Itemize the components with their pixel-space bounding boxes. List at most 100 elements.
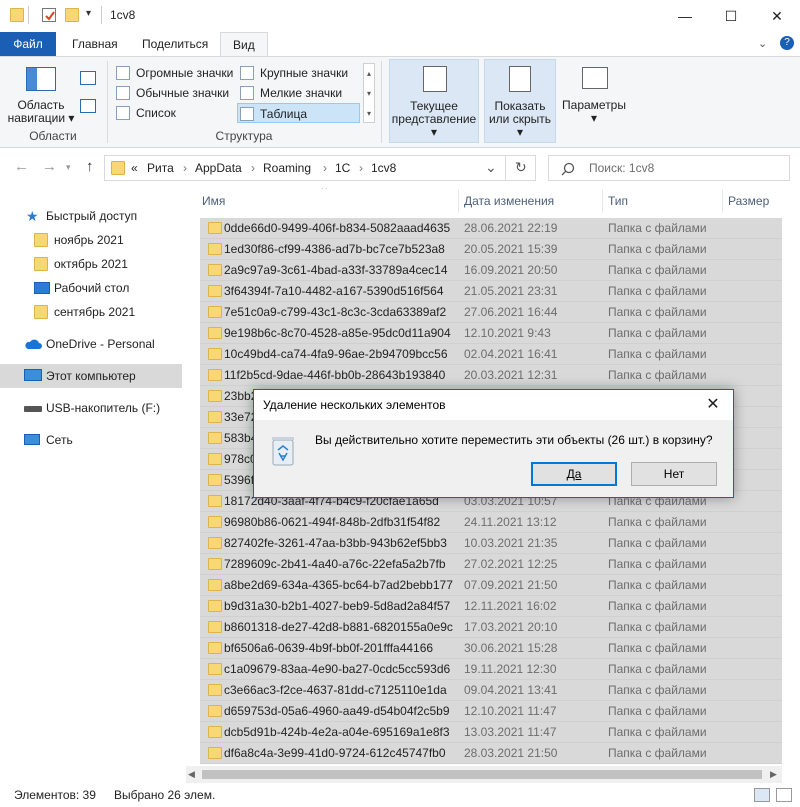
folder-icon xyxy=(208,474,222,486)
properties-icon[interactable] xyxy=(42,8,56,22)
refresh-button[interactable]: ↻ xyxy=(515,159,527,176)
show-hide-button[interactable]: Показать или скрыть ▾ xyxy=(484,59,556,143)
column-header-date[interactable]: Дата изменения xyxy=(458,188,602,214)
folder-icon xyxy=(208,327,222,339)
minimize-button[interactable]: — xyxy=(662,0,708,32)
options-button[interactable]: Параметры ▾ xyxy=(560,59,628,143)
layout-large-icons[interactable]: Крупные значки xyxy=(238,63,360,83)
navigation-pane-icon xyxy=(26,67,56,91)
column-header-size[interactable]: Размер xyxy=(722,188,782,214)
tab-home[interactable]: Главная xyxy=(60,32,130,56)
file-date: 12.10.2021 11:47 xyxy=(464,704,557,718)
file-name: d659753d-05a6-4960-aa49-d54b04f2c5b9 xyxy=(224,704,450,718)
nav-desktop[interactable]: Рабочий стол xyxy=(0,276,182,300)
file-row[interactable]: 1ed30f86-cf99-4386-ad7b-bc7ce7b523a8 20.0… xyxy=(200,239,782,260)
horizontal-scrollbar[interactable]: ◀ ▶ xyxy=(186,766,782,783)
column-header-type[interactable]: Тип xyxy=(602,188,722,214)
up-button[interactable]: ↑ xyxy=(86,158,94,175)
file-row[interactable]: 11f2b5cd-9dae-446f-bb0b-28643b193840 20.0… xyxy=(200,365,782,386)
file-row[interactable]: c1a09679-83aa-4e90-ba27-0cdc5cc593d6 19.1… xyxy=(200,659,782,680)
breadcrumb-overflow[interactable]: « xyxy=(131,161,138,175)
search-input[interactable]: Поиск: 1cv8 xyxy=(589,161,654,175)
folder-icon xyxy=(208,285,222,297)
nav-folder-november[interactable]: ноябрь 2021 xyxy=(0,228,182,252)
address-bar[interactable]: « Рита › AppData › Roaming › 1C › 1cv8 ⌄… xyxy=(104,155,536,181)
file-row[interactable]: 827402fe-3261-47aa-b3bb-943b62ef5bb3 10.0… xyxy=(200,533,782,554)
file-date: 17.03.2021 20:10 xyxy=(464,620,558,634)
folder-icon xyxy=(208,726,222,738)
tab-file[interactable]: Файл xyxy=(0,32,56,56)
breadcrumb-roaming[interactable]: Roaming xyxy=(263,161,311,175)
file-type: Папка с файлами xyxy=(608,578,707,592)
layout-medium-icons[interactable]: Обычные значки xyxy=(114,83,236,103)
file-row[interactable]: bf6506a6-0639-4b9f-bb0f-201fffa44166 30.0… xyxy=(200,638,782,659)
dialog-close-button[interactable]: ✕ xyxy=(694,394,732,416)
scroll-right-icon[interactable]: ▶ xyxy=(770,769,777,780)
folder-icon xyxy=(208,537,222,549)
folder-icon xyxy=(208,390,222,402)
breadcrumb-appdata[interactable]: AppData xyxy=(195,161,242,175)
search-box[interactable]: Поиск: 1cv8 xyxy=(548,155,790,181)
nav-folder-september[interactable]: сентябрь 2021 xyxy=(0,300,182,324)
layout-list[interactable]: Список xyxy=(114,103,236,123)
customize-quick-access-icon[interactable]: ▾ xyxy=(86,8,91,19)
file-row[interactable]: 96980b86-0621-494f-848b-2dfb31f54f82 24.1… xyxy=(200,512,782,533)
nav-quick-access[interactable]: ★ Быстрый доступ xyxy=(0,204,182,228)
expand-ribbon-icon[interactable]: ⌄ xyxy=(758,37,767,50)
maximize-button[interactable]: ☐ xyxy=(708,0,754,32)
tab-view[interactable]: Вид xyxy=(220,32,268,56)
file-date: 16.09.2021 20:50 xyxy=(464,263,558,277)
details-pane-icon[interactable] xyxy=(80,99,96,113)
file-row[interactable]: d659753d-05a6-4960-aa49-d54b04f2c5b9 12.1… xyxy=(200,701,782,722)
layout-scroll[interactable]: ▴ ▾ ▾ xyxy=(363,63,375,123)
breadcrumb-rita[interactable]: Рита xyxy=(147,161,174,175)
file-row[interactable]: df6a8c4a-3e99-41d0-9724-612c45747fb0 28.0… xyxy=(200,743,782,764)
file-row[interactable]: a8be2d69-634a-4365-bc64-b7ad2bebb177 07.0… xyxy=(200,575,782,596)
file-row[interactable]: dcb5d91b-424b-4e2a-a04e-695169a1e8f3 13.0… xyxy=(200,722,782,743)
recent-locations-icon[interactable]: ▾ xyxy=(66,162,71,173)
layout-extra-large-icons[interactable]: Огромные значки xyxy=(114,63,236,83)
breadcrumb-1cv8[interactable]: 1cv8 xyxy=(371,161,396,175)
scroll-left-icon[interactable]: ◀ xyxy=(188,769,195,780)
nav-this-pc[interactable]: Этот компьютер xyxy=(0,364,182,388)
scrollbar-thumb[interactable] xyxy=(202,770,762,779)
column-header-name[interactable]: Имя xyxy=(196,188,458,214)
file-row[interactable]: 3f64394f-7a10-4482-a167-5390d516f564 21.0… xyxy=(200,281,782,302)
layout-small-icons[interactable]: Мелкие значки xyxy=(238,83,360,103)
file-row[interactable]: 9e198b6c-8c70-4528-a85e-95dc0d11a904 12.1… xyxy=(200,323,782,344)
file-row[interactable]: 10c49bd4-ca74-4fa9-96ae-2b94709bcc56 02.0… xyxy=(200,344,782,365)
vertical-scrollbar[interactable] xyxy=(782,188,800,766)
no-button[interactable]: Нет xyxy=(631,462,717,486)
file-type: Папка с файлами xyxy=(608,284,707,298)
back-button[interactable]: ← xyxy=(14,158,29,175)
new-folder-icon[interactable] xyxy=(65,8,79,22)
file-row[interactable]: b8601318-de27-42d8-b881-6820155a0e9c 17.0… xyxy=(200,617,782,638)
address-dropdown-icon[interactable]: ⌄ xyxy=(485,159,497,176)
file-type: Папка с файлами xyxy=(608,263,707,277)
file-row[interactable]: b9d31a30-b2b1-4027-beb9-5d8ad2a84f57 12.1… xyxy=(200,596,782,617)
panes-group-label: Области xyxy=(29,129,77,143)
nav-network[interactable]: Сеть xyxy=(0,428,182,452)
layout-details[interactable]: Таблица xyxy=(237,103,360,123)
yes-button[interactable]: Да xyxy=(531,462,617,486)
nav-usb-drive[interactable]: USB-накопитель (F:) xyxy=(0,396,182,420)
file-row[interactable]: c3e66ac3-f2ce-4637-81dd-c7125110e1da 09.0… xyxy=(200,680,782,701)
help-icon[interactable]: ? xyxy=(780,36,794,50)
navigation-pane-button[interactable]: Область навигации ▾ xyxy=(6,99,76,125)
close-button[interactable]: ✕ xyxy=(754,0,800,32)
large-icons-view-icon[interactable] xyxy=(776,788,792,802)
star-icon: ★ xyxy=(26,208,39,224)
breadcrumb-1c[interactable]: 1C xyxy=(335,161,350,175)
forward-button[interactable]: → xyxy=(42,158,57,175)
file-row[interactable]: 2a9c97a9-3c61-4bad-a33f-33789a4cec14 16.0… xyxy=(200,260,782,281)
details-view-icon[interactable] xyxy=(754,788,770,802)
file-row[interactable]: 0dde66d0-9499-406f-b834-5082aaad4635 28.0… xyxy=(200,218,782,239)
file-row[interactable]: 7e51c0a9-c799-43c1-8c3c-3cda63389af2 27.0… xyxy=(200,302,782,323)
preview-pane-icon[interactable] xyxy=(80,71,96,85)
file-name: 7e51c0a9-c799-43c1-8c3c-3cda63389af2 xyxy=(224,305,447,319)
nav-onedrive[interactable]: OneDrive - Personal xyxy=(0,332,182,356)
current-view-button[interactable]: Текущее представление ▾ xyxy=(389,59,479,143)
nav-folder-october[interactable]: октябрь 2021 xyxy=(0,252,182,276)
tab-share[interactable]: Поделиться xyxy=(130,32,220,56)
file-row[interactable]: 7289609c-2b41-4a40-a76c-22efa5a2b7fb 27.0… xyxy=(200,554,782,575)
